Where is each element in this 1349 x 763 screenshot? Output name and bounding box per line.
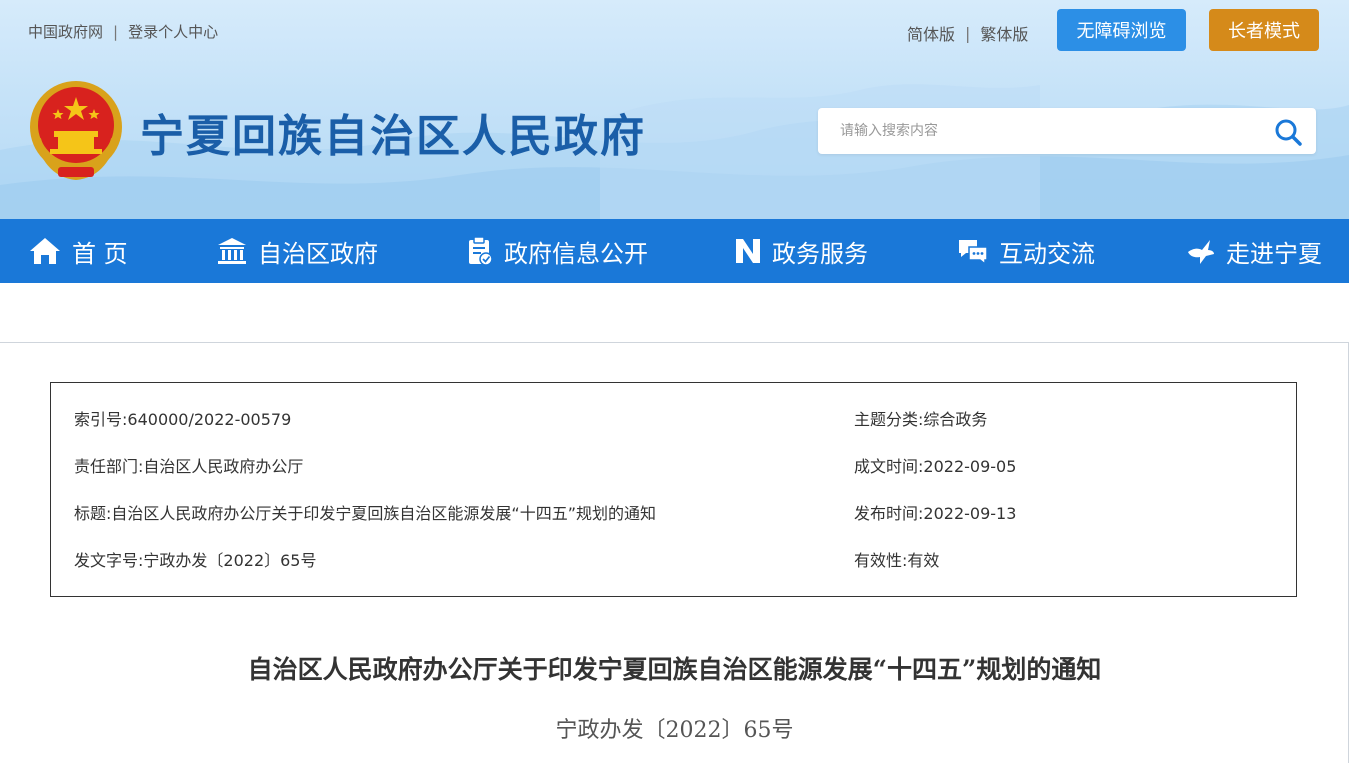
separator: | xyxy=(965,23,971,43)
login-link[interactable]: 登录个人中心 xyxy=(128,21,218,42)
meta-index-value: 640000/2022-00579 xyxy=(127,410,292,429)
traditional-link[interactable]: 繁体版 xyxy=(980,21,1028,45)
meta-title-value: 自治区人民政府办公厅关于印发宁夏回族自治区能源发展“十四五”规划的通知 xyxy=(111,504,656,523)
nav-item-gov-services[interactable]: 政务服务 xyxy=(734,219,868,283)
nav-item-home[interactable]: 首 页 xyxy=(28,219,128,283)
main-nav: 首 页 自治区政府 政府信息公开 政务服务 互动交流 走进宁夏 xyxy=(0,219,1349,283)
nav-item-info-disclosure[interactable]: 政府信息公开 xyxy=(466,219,648,283)
meta-doc-number-label: 发文字号: xyxy=(74,551,144,570)
meta-index: 索引号:640000/2022-00579 xyxy=(74,406,291,430)
service-n-icon xyxy=(736,239,760,263)
nav-label: 互动交流 xyxy=(999,239,1095,268)
nav-label: 自治区政府 xyxy=(258,239,378,268)
meta-published-value: 2022-09-13 xyxy=(923,504,1017,523)
meta-created-value: 2022-09-05 xyxy=(923,457,1017,476)
language-switch: 简体版 | 繁体版 xyxy=(907,21,1028,45)
site-header: 中国政府网 | 登录个人中心 简体版 | 繁体版 无障碍浏览 长者模式 宁夏回族… xyxy=(0,0,1349,219)
separator: | xyxy=(113,22,119,41)
national-emblem-icon xyxy=(30,81,122,181)
document-check-icon xyxy=(469,236,493,266)
meta-title: 标题:自治区人民政府办公厅关于印发宁夏回族自治区能源发展“十四五”规划的通知 xyxy=(74,500,656,524)
meta-validity-value: 有效 xyxy=(907,551,940,570)
simplified-link[interactable]: 简体版 xyxy=(907,21,955,45)
meta-created-label: 成文时间: xyxy=(854,457,924,476)
government-building-icon xyxy=(218,238,246,264)
accessible-browse-button[interactable]: 无障碍浏览 xyxy=(1057,9,1186,51)
nav-item-interaction[interactable]: 互动交流 xyxy=(957,219,1095,283)
document-title: 自治区人民政府办公厅关于印发宁夏回族自治区能源发展“十四五”规划的通知 xyxy=(247,655,1102,684)
meta-validity-label: 有效性: xyxy=(854,551,908,570)
document-number: 宁政办发〔2022〕65号 xyxy=(555,718,794,743)
meta-published: 发布时间:2022-09-13 xyxy=(854,500,1016,524)
document-metadata: 索引号:640000/2022-00579 主题分类:综合政务 责任部门:自治区… xyxy=(50,382,1297,597)
meta-validity: 有效性:有效 xyxy=(854,547,939,571)
meta-topic: 主题分类:综合政务 xyxy=(854,406,987,430)
nav-label: 政务服务 xyxy=(772,239,868,268)
meta-title-label: 标题: xyxy=(74,504,112,523)
site-title: 宁夏回族自治区人民政府 xyxy=(140,111,646,162)
meta-department-value: 自治区人民政府办公厅 xyxy=(143,457,304,476)
meta-topic-label: 主题分类: xyxy=(854,410,924,429)
meta-index-label: 索引号: xyxy=(74,410,128,429)
nav-label: 首 页 xyxy=(72,239,128,268)
meta-doc-number: 发文字号:宁政办发〔2022〕65号 xyxy=(74,547,317,571)
meta-created: 成文时间:2022-09-05 xyxy=(854,453,1016,477)
meta-doc-number-value: 宁政办发〔2022〕65号 xyxy=(143,551,317,570)
search-icon[interactable] xyxy=(1274,118,1302,146)
nav-label: 走进宁夏 xyxy=(1226,239,1322,268)
gov-portal-link[interactable]: 中国政府网 xyxy=(28,21,103,42)
home-icon xyxy=(30,238,60,264)
dove-icon xyxy=(1188,240,1214,264)
meta-published-label: 发布时间: xyxy=(854,504,924,523)
top-links: 中国政府网 | 登录个人中心 xyxy=(28,21,218,42)
nav-item-region-gov[interactable]: 自治区政府 xyxy=(216,219,378,283)
meta-topic-value: 综合政务 xyxy=(923,410,988,429)
search-box xyxy=(818,108,1316,154)
elder-mode-button[interactable]: 长者模式 xyxy=(1209,9,1319,51)
chat-bubbles-icon xyxy=(959,240,988,266)
nav-item-about-ningxia[interactable]: 走进宁夏 xyxy=(1184,219,1322,283)
search-input[interactable] xyxy=(818,108,1268,154)
meta-department-label: 责任部门: xyxy=(74,457,144,476)
nav-label: 政府信息公开 xyxy=(504,239,648,268)
meta-department: 责任部门:自治区人民政府办公厅 xyxy=(74,453,303,477)
